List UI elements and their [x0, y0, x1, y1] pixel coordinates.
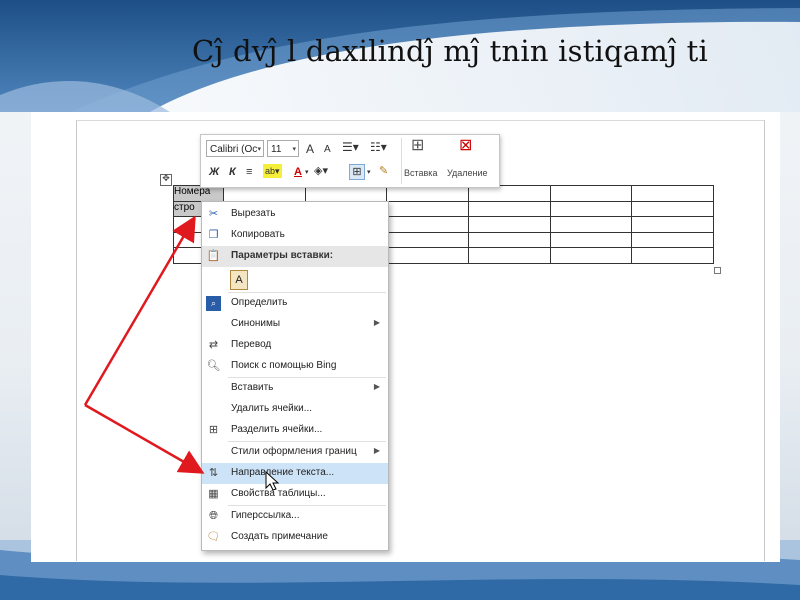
red-arrow-to-cell [83, 215, 196, 406]
red-arrow-to-menu-item [84, 403, 205, 474]
mouse-cursor-icon [265, 470, 280, 491]
annotation-overlay [83, 215, 280, 491]
